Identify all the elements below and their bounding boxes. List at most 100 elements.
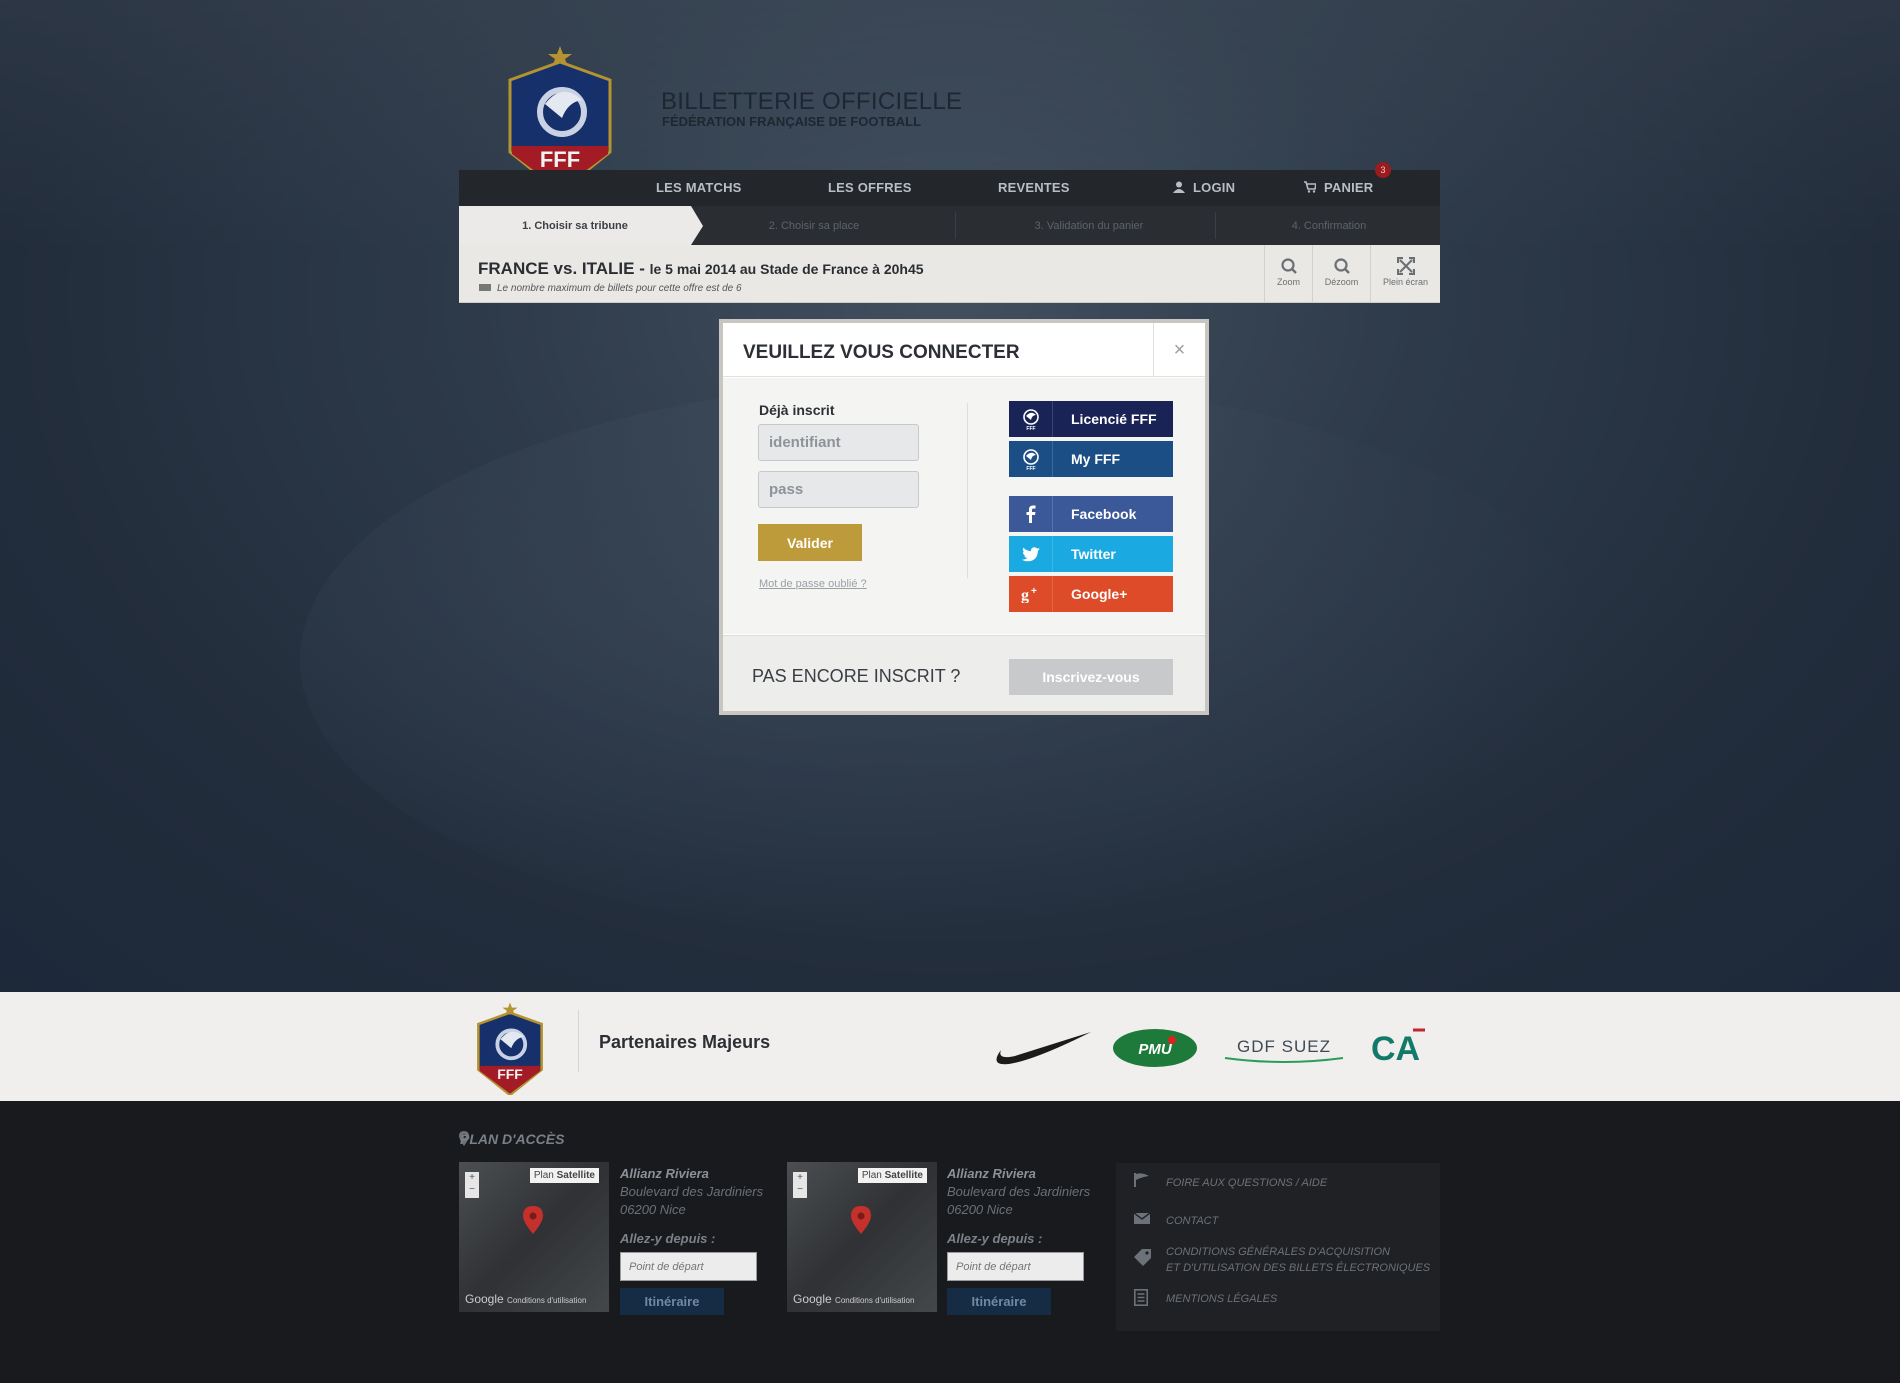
map-plan-tab[interactable]: Plan <box>534 1170 554 1181</box>
map-type-switch[interactable]: Plan Satellite <box>857 1168 927 1183</box>
venue-street: Boulevard des Jardiniers <box>947 1184 1091 1199</box>
twitter-button[interactable]: Twitter <box>1009 536 1173 572</box>
map-satellite-tab[interactable]: Satellite <box>885 1170 923 1181</box>
map-satellite-tab[interactable]: Satellite <box>557 1170 595 1181</box>
zoom-label: Zoom <box>1276 277 1300 287</box>
site-subtitle: FÉDÉRATION FRANÇAISE DE FOOTBALL <box>662 114 922 129</box>
fff-rooster-icon: FFF <box>1022 449 1039 471</box>
match-teams: FRANCE vs. ITALIE - <box>478 259 650 278</box>
nav-cart[interactable]: PANIER <box>1304 180 1373 195</box>
map-zoom-control[interactable]: + − <box>465 1172 479 1198</box>
myfff-label: My FFF <box>1071 451 1120 467</box>
venue-city: 06200 Nice <box>620 1202 686 1217</box>
nike-logo[interactable] <box>995 1030 1091 1066</box>
footer: PLAN D'ACCÈS Plan Satellite + − Google Co… <box>0 1101 1900 1383</box>
gdf-suez-logo[interactable]: GDF SUEZ <box>1219 1034 1349 1064</box>
route-button[interactable]: Itinéraire <box>947 1288 1051 1315</box>
terms-line-1: CONDITIONS GÉNÉRALES D'ACQUISITION <box>1166 1246 1390 1258</box>
step-2: 2. Choisir sa place <box>768 220 860 232</box>
google-plus-icon: g + <box>1021 586 1037 603</box>
nav-matches[interactable]: LES MATCHS <box>656 180 742 195</box>
svg-text:GDF SUEZ: GDF SUEZ <box>1237 1037 1331 1056</box>
map-plan-tab[interactable]: Plan <box>862 1170 882 1181</box>
facebook-label: Facebook <box>1071 506 1137 522</box>
venue-map[interactable]: Plan Satellite + − Google Conditions d'ut… <box>459 1162 609 1312</box>
map-marker-icon[interactable] <box>523 1206 543 1234</box>
fff-rooster-icon: FFF <box>1022 409 1039 431</box>
mail-icon <box>1134 1213 1150 1224</box>
cart-icon <box>1304 181 1316 193</box>
zoom-button[interactable]: Zoom <box>1264 245 1312 303</box>
contact-link[interactable]: CONTACT <box>1166 1213 1218 1229</box>
match-info-bar: FRANCE vs. ITALIE - le 5 mai 2014 au Sta… <box>459 245 1440 303</box>
step-arrow <box>691 206 703 245</box>
dezoom-label: Dézoom <box>1324 277 1359 287</box>
step-1[interactable]: 1. Choisir sa tribune <box>459 206 691 245</box>
not-registered-text: PAS ENCORE INSCRIT ? <box>752 666 961 686</box>
route-button[interactable]: Itinéraire <box>620 1288 724 1315</box>
terms-line-2: ET D'UTILISATION DES BILLETS ÉLECTRONIQU… <box>1166 1262 1431 1274</box>
map-type-switch[interactable]: Plan Satellite <box>529 1168 599 1183</box>
map-zoom-control[interactable]: + − <box>793 1172 807 1198</box>
progress-steps: 1. Choisir sa tribune 2. Choisir sa plac… <box>459 206 1440 245</box>
nav-login[interactable]: LOGIN <box>1173 180 1235 195</box>
directions-label: Allez-y depuis : <box>620 1231 716 1246</box>
venue-name: Allianz Riviera <box>620 1166 709 1181</box>
zoom-in-icon <box>1280 258 1297 274</box>
svg-text:+: + <box>1031 586 1037 597</box>
password-input[interactable] <box>758 471 919 508</box>
facebook-icon <box>1026 505 1035 523</box>
info-flag-icon <box>479 284 491 291</box>
facebook-button[interactable]: Facebook <box>1009 496 1173 532</box>
register-button[interactable]: Inscrivez-vous <box>1009 659 1173 695</box>
fullscreen-label: Plein écran <box>1382 277 1429 287</box>
dezoom-button[interactable]: Dézoom <box>1312 245 1370 303</box>
google-plus-button[interactable]: g + Google+ <box>1009 576 1173 612</box>
validate-button[interactable]: Valider <box>758 524 862 561</box>
licencie-fff-button[interactable]: FFF Licencié FFF <box>1009 401 1173 437</box>
username-input[interactable] <box>758 424 919 461</box>
login-modal: VEUILLEZ VOUS CONNECTER × Déjà inscrit V… <box>719 319 1209 715</box>
already-registered-label: Déjà inscrit <box>759 402 835 418</box>
modal-body: Déjà inscrit Valider Mot de passe oublié… <box>723 378 1205 634</box>
map-terms[interactable]: Conditions d'utilisation <box>507 1296 586 1305</box>
terms-link[interactable]: CONDITIONS GÉNÉRALES D'ACQUISITION ET D'U… <box>1166 1244 1430 1276</box>
fullscreen-button[interactable]: Plein écran <box>1370 245 1440 303</box>
nav-offers[interactable]: LES OFFRES <box>828 180 912 195</box>
tag-icon <box>1134 1249 1151 1266</box>
user-icon <box>1173 181 1185 193</box>
nav-resales[interactable]: REVENTES <box>998 180 1070 195</box>
close-icon[interactable]: × <box>1153 323 1205 377</box>
map-attribution: Google Conditions d'utilisation <box>793 1292 914 1306</box>
venue-address: Allianz Riviera Boulevard des Jardiniers 0… <box>620 1165 763 1219</box>
departure-input[interactable] <box>947 1252 1084 1281</box>
map-brand: Google <box>793 1292 832 1306</box>
match-note-text: Le nombre maximum de billets pour cette … <box>497 283 742 294</box>
cart-count-badge: 3 <box>1375 162 1391 178</box>
partners-divider <box>578 1010 579 1072</box>
map-terms[interactable]: Conditions d'utilisation <box>835 1296 914 1305</box>
faq-link[interactable]: FOIRE AUX QUESTIONS / AIDE <box>1166 1175 1327 1191</box>
map-attribution: Google Conditions d'utilisation <box>465 1292 586 1306</box>
map-marker-icon[interactable] <box>851 1206 871 1234</box>
pmu-logo[interactable]: PMU <box>1112 1028 1198 1068</box>
document-icon <box>1134 1289 1148 1306</box>
partners-title: Partenaires Majeurs <box>599 1032 771 1052</box>
venue-street: Boulevard des Jardiniers <box>620 1184 764 1199</box>
main-nav: LES MATCHS LES OFFRES REVENTES LOGIN PAN… <box>459 170 1440 206</box>
departure-input[interactable] <box>620 1252 757 1281</box>
modal-title: VEUILLEZ VOUS CONNECTER <box>743 342 1020 363</box>
legal-link[interactable]: MENTIONS LÉGALES <box>1166 1291 1277 1307</box>
step-3: 3. Validation du panier <box>1034 220 1144 232</box>
step-4: 4. Confirmation <box>1291 220 1367 232</box>
myfff-button[interactable]: FFF My FFF <box>1009 441 1173 477</box>
match-title: FRANCE vs. ITALIE - le 5 mai 2014 au Sta… <box>478 259 924 279</box>
footer-links: FOIRE AUX QUESTIONS / AIDE CONTACT CONDI… <box>1116 1163 1440 1331</box>
forgot-password-link[interactable]: Mot de passe oublié ? <box>759 578 867 590</box>
fff-logo-small[interactable]: FFF <box>465 1000 555 1097</box>
nav-login-label: LOGIN <box>1193 180 1236 195</box>
credit-agricole-logo[interactable]: CA <box>1369 1026 1427 1068</box>
venue-name: Allianz Riviera <box>947 1166 1036 1181</box>
venue-map[interactable]: Plan Satellite + − Google Conditions d'ut… <box>787 1162 937 1312</box>
fullscreen-icon <box>1396 256 1415 276</box>
